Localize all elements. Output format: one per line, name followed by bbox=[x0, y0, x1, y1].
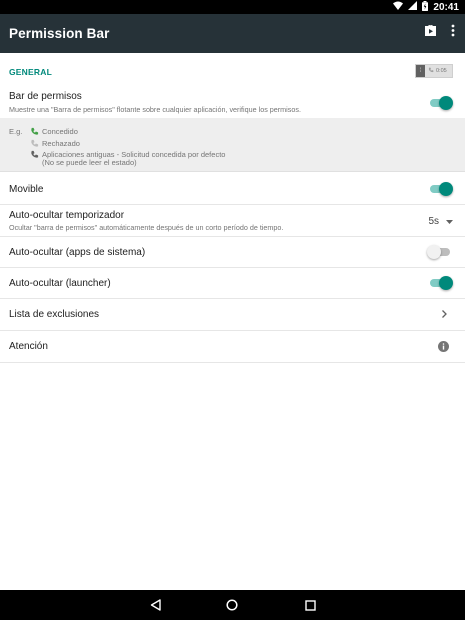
preview-content: 0:05 bbox=[428, 67, 447, 75]
battery-icon bbox=[422, 0, 429, 14]
timer-dropdown[interactable]: 5s bbox=[428, 216, 453, 227]
preview-drag-handle: ⁞ bbox=[416, 65, 425, 77]
status-icons: 20:41 bbox=[393, 0, 459, 14]
example-panel: E.g. Concedido Rechazado Aplicaciones an… bbox=[0, 118, 465, 172]
example-item-text: Rechazado bbox=[42, 138, 80, 148]
section-header-general: GENERAL bbox=[9, 67, 52, 77]
switch-thumb bbox=[439, 96, 453, 110]
example-item-text: Concedido bbox=[42, 126, 78, 136]
setting-label: Bar de permisos bbox=[9, 91, 82, 102]
info-icon bbox=[438, 341, 449, 352]
phone-granted-icon bbox=[30, 127, 39, 136]
preview-time: 0:05 bbox=[436, 68, 447, 74]
hide-launcher-switch[interactable] bbox=[429, 276, 453, 290]
setting-auto-hide-timer[interactable]: Auto-ocultar temporizador Ocultar "barra… bbox=[0, 205, 465, 237]
movable-switch[interactable] bbox=[429, 182, 453, 196]
setting-label: Movible bbox=[9, 184, 44, 195]
setting-attention[interactable]: Atención bbox=[0, 331, 465, 363]
example-note: (No se puede leer el estado) bbox=[42, 158, 137, 167]
setting-summary: Muestre una "Barra de permisos" flotante… bbox=[9, 105, 301, 114]
app-bar: Permission Bar bbox=[0, 14, 465, 53]
status-bar: 20:41 bbox=[0, 0, 465, 14]
setting-label: Auto-ocultar (launcher) bbox=[9, 278, 111, 289]
setting-label: Lista de exclusiones bbox=[9, 309, 100, 320]
nav-bar bbox=[0, 590, 465, 620]
setting-label: Atención bbox=[9, 341, 48, 352]
app-title: Permission Bar bbox=[9, 26, 110, 41]
play-store-icon[interactable] bbox=[424, 24, 437, 37]
setting-movable[interactable]: Movible bbox=[0, 174, 465, 205]
wifi-icon bbox=[393, 1, 404, 13]
more-vert-icon[interactable] bbox=[451, 24, 455, 37]
example-item: Rechazado bbox=[30, 138, 80, 148]
status-time: 20:41 bbox=[433, 1, 459, 13]
setting-permission-bar[interactable]: Bar de permisos Muestre una "Barra de pe… bbox=[0, 88, 465, 119]
timer-value: 5s bbox=[428, 216, 439, 227]
chevron-right-icon bbox=[442, 310, 447, 318]
home-icon[interactable] bbox=[225, 598, 239, 612]
switch-thumb bbox=[439, 276, 453, 290]
setting-label: Auto-ocultar (apps de sistema) bbox=[9, 247, 146, 258]
permission-bar-preview: ⁞ 0:05 bbox=[415, 64, 453, 78]
example-prefix: E.g. bbox=[9, 127, 23, 136]
app-bar-actions bbox=[424, 24, 455, 37]
setting-hide-system-apps[interactable]: Auto-ocultar (apps de sistema) bbox=[0, 237, 465, 268]
phone-legacy-icon bbox=[30, 150, 39, 159]
setting-summary: Ocultar "barra de permisos" automáticame… bbox=[9, 223, 284, 232]
permission-bar-switch[interactable] bbox=[429, 96, 453, 110]
chevron-down-icon bbox=[446, 219, 453, 224]
signal-icon bbox=[408, 1, 418, 13]
back-icon[interactable] bbox=[148, 598, 162, 612]
setting-exclusion-list[interactable]: Lista de exclusiones bbox=[0, 299, 465, 331]
hide-system-switch[interactable] bbox=[427, 245, 451, 259]
switch-thumb bbox=[427, 245, 441, 259]
phone-denied-icon bbox=[30, 139, 39, 148]
example-item: Concedido bbox=[30, 126, 78, 136]
setting-label: Auto-ocultar temporizador bbox=[9, 210, 125, 221]
recents-icon[interactable] bbox=[303, 598, 317, 612]
setting-hide-launcher[interactable]: Auto-ocultar (launcher) bbox=[0, 268, 465, 299]
switch-thumb bbox=[439, 182, 453, 196]
preview-phone-icon bbox=[428, 67, 434, 75]
